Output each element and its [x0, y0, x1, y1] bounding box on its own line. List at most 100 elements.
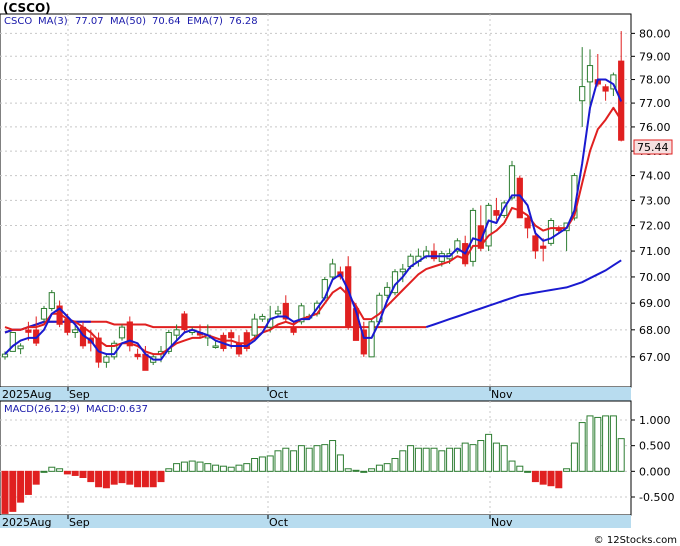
candle-body-down — [493, 210, 500, 216]
macd-bar — [212, 464, 220, 472]
macd-bar — [524, 470, 532, 473]
macd-bar — [352, 469, 360, 472]
candle-body-down — [181, 313, 188, 331]
last-price-badge: 75.44 — [633, 139, 673, 155]
candle-body-up — [579, 86, 586, 102]
candle-body-up — [469, 209, 477, 262]
macd-x-tick-label: Nov — [491, 516, 513, 529]
macd-bar — [485, 433, 493, 472]
watermark: © 12Stocks.com — [594, 535, 677, 546]
macd-bar — [227, 466, 235, 472]
macd-bar — [56, 468, 64, 472]
macd-bar — [87, 470, 95, 483]
macd-bar — [492, 442, 500, 472]
candle-body-up — [251, 318, 258, 336]
legend-ma50-value: 70.64 — [152, 16, 181, 27]
candle-body-down — [290, 326, 297, 333]
macd-bar — [173, 463, 181, 472]
macd-bar — [500, 445, 508, 472]
macd-bar — [17, 470, 25, 503]
macd-bar — [102, 470, 110, 489]
candle-body-up — [212, 345, 219, 348]
macd-bar — [274, 450, 282, 472]
macd-bar — [360, 470, 368, 473]
macd-bar — [48, 466, 56, 472]
macd-x-axis-band — [0, 515, 631, 528]
macd-bar — [469, 444, 477, 472]
price-x-tick-label: Oct — [269, 388, 289, 401]
legend-symbol: CSCO — [4, 16, 32, 27]
macd-bar — [243, 463, 251, 472]
macd-bar — [477, 440, 485, 472]
macd-x-tick-label: Oct — [269, 516, 289, 529]
macd-bar — [204, 463, 212, 472]
price-y-tick-label: 78.00 — [639, 74, 671, 87]
macd-y-tick-label: 1.000 — [639, 414, 671, 427]
legend-ma3-value: 77.07 — [75, 16, 104, 27]
candle-body-up — [586, 65, 594, 83]
candle-body-down — [25, 329, 32, 333]
chart-title: (CSCO) — [3, 1, 51, 15]
price-y-tick-label: 67.00 — [639, 351, 671, 364]
macd-bar — [461, 442, 469, 472]
last-price-label: 75.44 — [637, 141, 669, 154]
macd-bar — [321, 444, 329, 472]
price-y-tick-label: 71.00 — [639, 245, 671, 258]
macd-bar — [305, 447, 313, 472]
macd-y-tick-label: 0.000 — [639, 465, 671, 478]
macd-bar — [383, 463, 391, 472]
macd-bar — [95, 470, 103, 488]
macd-bar — [570, 442, 578, 472]
macd-bar — [134, 470, 142, 488]
legend-ema7-value: 76.28 — [229, 16, 258, 27]
macd-legend: MACD(26,12,9) — [4, 404, 80, 415]
macd-bar — [149, 470, 157, 488]
price-y-tick-label: 70.00 — [639, 271, 671, 284]
macd-legend-value: MACD:0.637 — [86, 404, 148, 415]
candle-body-up — [274, 310, 282, 315]
macd-bar — [266, 455, 274, 472]
candle-body-down — [134, 353, 141, 358]
macd-bar — [594, 416, 602, 472]
candle-body-up — [72, 329, 79, 334]
candle-body-up — [438, 253, 445, 262]
candle-body-down — [540, 245, 547, 249]
price-y-tick-label: 79.00 — [639, 50, 671, 63]
candle-body-up — [329, 263, 336, 278]
macd-bar — [297, 445, 305, 472]
candle-body-up — [508, 165, 516, 199]
macd-bar — [118, 470, 126, 484]
candle-body-up — [259, 315, 266, 320]
candle-body-up — [103, 356, 110, 363]
macd-bar — [531, 470, 539, 483]
macd-bar — [344, 468, 352, 472]
macd-bar — [165, 468, 173, 472]
macd-bar — [126, 470, 134, 485]
stock-chart: (CSCO) 80.0079.0078.0077.0076.0075.0074.… — [0, 0, 680, 546]
macd-bar — [110, 470, 118, 485]
macd-bar — [430, 447, 438, 472]
macd-bar — [63, 470, 71, 475]
macd-bar — [313, 445, 321, 472]
macd-bar — [251, 458, 259, 472]
macd-bar — [368, 468, 376, 472]
macd-bar — [547, 470, 555, 487]
price-y-tick-label: 72.00 — [639, 220, 671, 233]
macd-bar — [188, 460, 196, 472]
macd-bar — [235, 464, 243, 472]
macd-bar — [329, 440, 337, 472]
candle-body-down — [64, 318, 71, 333]
legend-ma50: MA(50) — [110, 16, 146, 27]
macd-bar — [79, 470, 87, 478]
price-x-tick-label: 2025Aug — [2, 388, 51, 401]
macd-bar — [414, 447, 422, 472]
macd-bar — [180, 461, 188, 472]
macd-bar — [391, 458, 399, 472]
macd-bar — [422, 447, 430, 472]
macd-bar — [32, 470, 40, 485]
price-x-axis-band — [0, 387, 631, 401]
macd-bar — [609, 415, 617, 472]
macd-bar — [9, 470, 17, 512]
macd-x-tick-label: 2025Aug — [2, 516, 51, 529]
macd-bar — [555, 470, 563, 489]
